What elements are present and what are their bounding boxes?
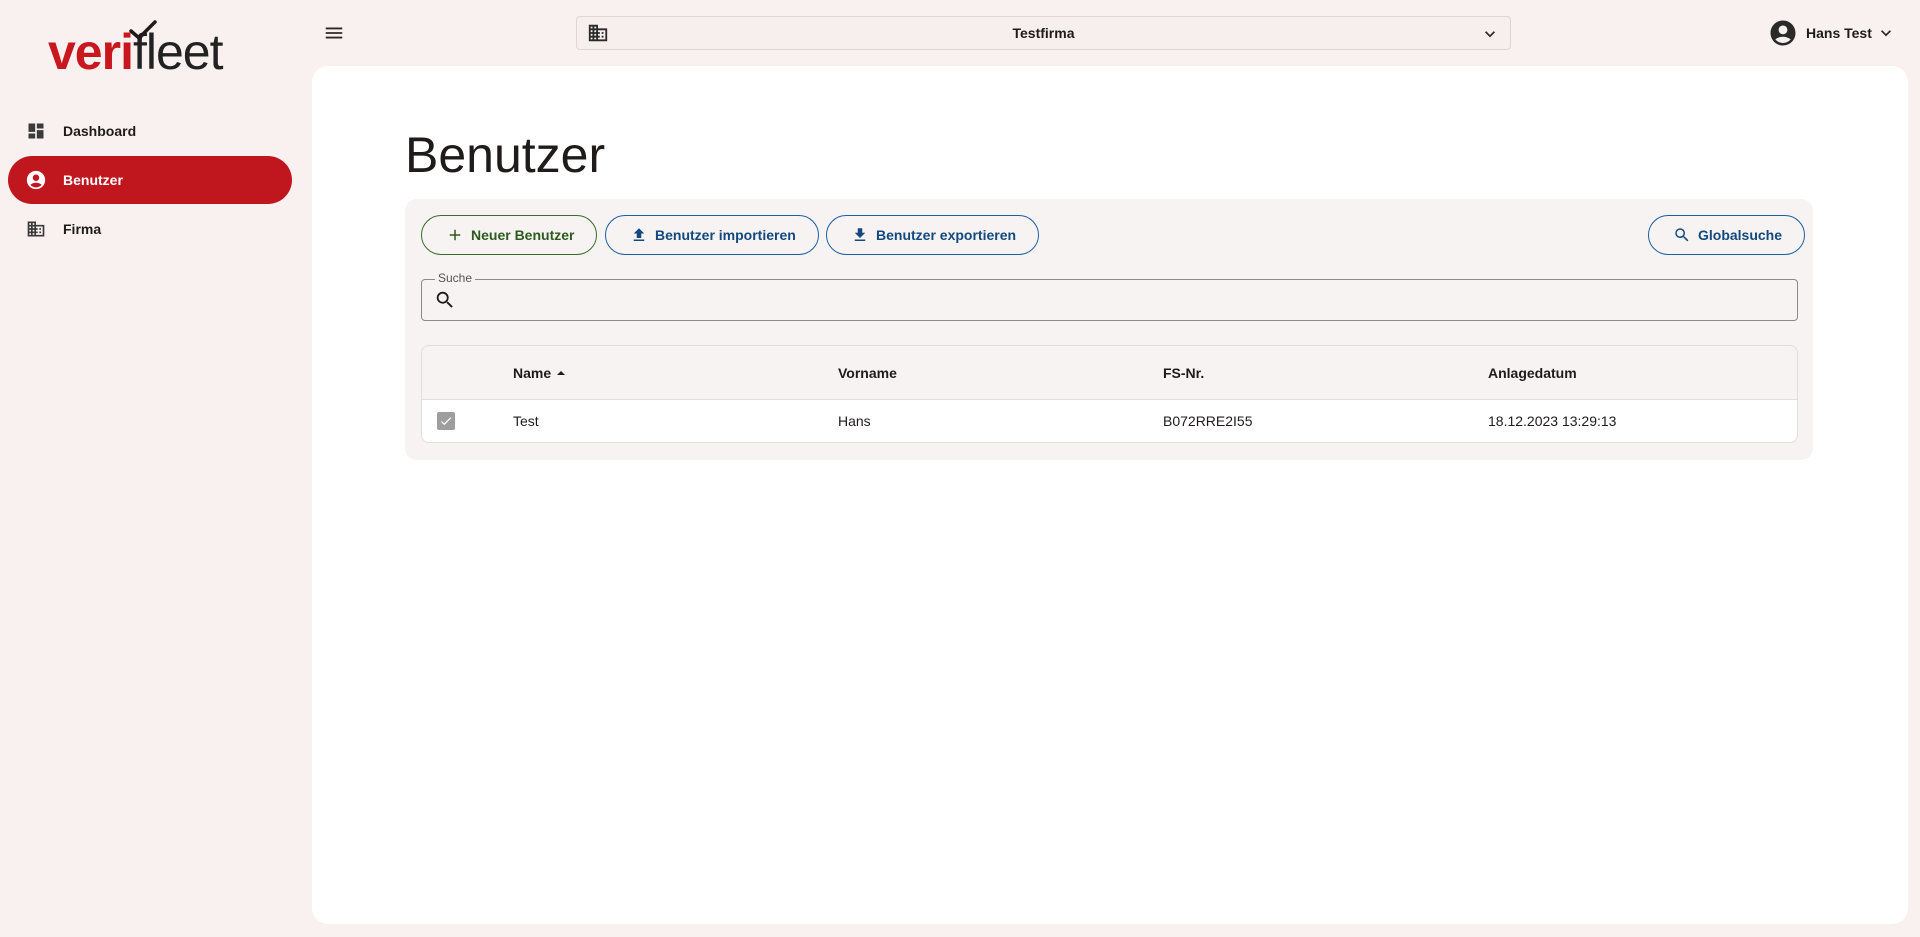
check-icon [440, 417, 452, 426]
column-header-label: Vorname [838, 365, 897, 381]
row-checkbox[interactable] [437, 412, 455, 430]
search-icon [434, 289, 456, 311]
export-users-label: Benutzer exportieren [876, 227, 1017, 243]
sidebar-item-label: Firma [63, 221, 102, 237]
cell-fs-nr: B072RRE2I55 [1163, 413, 1253, 429]
column-header-label: FS-Nr. [1163, 365, 1205, 381]
plus-icon [446, 226, 464, 244]
main-content: Benutzer Neuer Benutzer Benutzer importi… [312, 66, 1908, 924]
page-title: Benutzer [405, 127, 606, 183]
users-table: Name Vorname FS-Nr. Anlagedatum Test Han… [421, 345, 1798, 443]
sidebar-item-dashboard[interactable]: Dashboard [8, 107, 292, 155]
new-user-button[interactable]: Neuer Benutzer [421, 215, 598, 255]
sidebar: verifleet Dashboard Benutzer Firma [0, 0, 300, 937]
table-header: Name Vorname FS-Nr. Anlagedatum [422, 346, 1797, 400]
sort-ascending-icon [555, 367, 567, 379]
chevron-down-icon [1480, 24, 1500, 49]
import-users-label: Benutzer importieren [655, 227, 796, 243]
dashboard-icon [24, 119, 48, 143]
menu-toggle-button[interactable] [320, 19, 348, 47]
search-field-label: Suche [435, 271, 476, 285]
chevron-down-icon [1876, 23, 1896, 43]
export-users-button[interactable]: Benutzer exportieren [826, 215, 1040, 255]
sidebar-item-label: Dashboard [63, 123, 137, 139]
cell-anlagedatum: 18.12.2023 13:29:13 [1488, 413, 1617, 429]
column-header-name[interactable]: Name [513, 346, 567, 400]
search-input[interactable] [466, 288, 1786, 314]
logo-check-icon [129, 20, 157, 41]
users-panel: Neuer Benutzer Benutzer importieren Benu… [405, 199, 1813, 460]
building-icon [24, 217, 48, 241]
sidebar-item-label: Benutzer [63, 172, 123, 188]
account-circle-icon [24, 168, 48, 192]
sidebar-item-benutzer[interactable]: Benutzer [8, 156, 292, 204]
global-search-label: Globalsuche [1698, 227, 1783, 243]
global-search-button[interactable]: Globalsuche [1648, 215, 1806, 255]
cell-vorname: Hans [838, 413, 871, 429]
company-select-value: Testfirma [1012, 25, 1075, 41]
column-header-anlagedatum[interactable]: Anlagedatum [1488, 346, 1577, 400]
new-user-label: Neuer Benutzer [471, 227, 575, 243]
cell-name: Test [513, 413, 539, 429]
column-header-label: Anlagedatum [1488, 365, 1577, 381]
sidebar-nav: Dashboard Benutzer Firma [8, 107, 292, 254]
user-menu[interactable]: Hans Test [1768, 16, 1896, 50]
user-name: Hans Test [1806, 25, 1872, 41]
row-checkbox-cell [437, 400, 455, 442]
logo-text-veri: veri [48, 24, 134, 80]
building-icon [587, 22, 609, 49]
table-row[interactable]: Test Hans B072RRE2I55 18.12.2023 13:29:1… [422, 400, 1797, 442]
download-icon [851, 226, 869, 244]
search-field[interactable]: Suche [421, 271, 1798, 321]
sidebar-item-firma[interactable]: Firma [8, 205, 292, 253]
search-icon [1673, 226, 1691, 244]
import-users-button[interactable]: Benutzer importieren [605, 215, 819, 255]
company-select[interactable]: Testfirma [576, 16, 1511, 50]
verifleet-logo[interactable]: verifleet [48, 20, 258, 82]
column-header-fs-nr[interactable]: FS-Nr. [1163, 346, 1204, 400]
upload-icon [630, 226, 648, 244]
hamburger-menu-icon [325, 27, 343, 39]
account-circle-icon [1768, 18, 1798, 48]
column-header-label: Name [513, 365, 552, 381]
column-header-vorname[interactable]: Vorname [838, 346, 897, 400]
